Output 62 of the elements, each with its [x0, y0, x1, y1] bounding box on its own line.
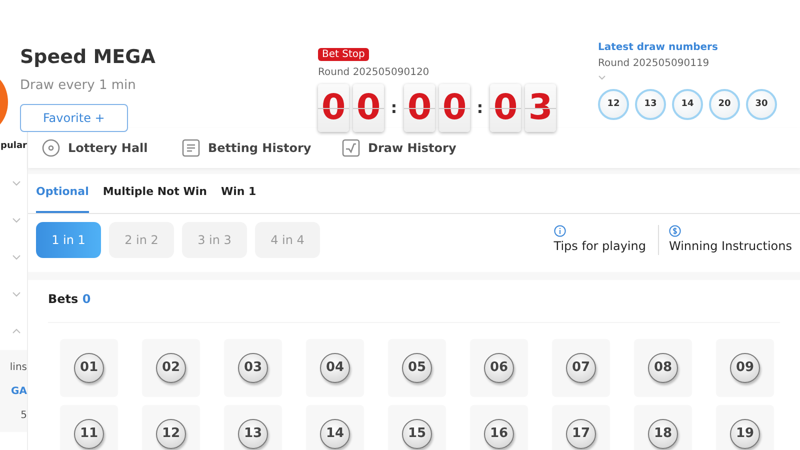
colon-separator: :: [476, 97, 484, 119]
number-ball[interactable]: 12: [156, 419, 186, 449]
chevron-down-icon[interactable]: [12, 217, 21, 224]
info-link[interactable]: Tips for playing: [554, 225, 646, 255]
countdown-digit: 0: [318, 84, 349, 132]
number-ball[interactable]: 07: [566, 353, 596, 383]
document-icon: [182, 139, 200, 157]
number-ball[interactable]: 14: [320, 419, 350, 449]
countdown-digit: 0: [439, 84, 470, 132]
play-type-tab[interactable]: Multiple Not Win: [102, 174, 207, 213]
latest-draw-title: Latest draw numbers: [598, 41, 719, 55]
number-ball[interactable]: 15: [402, 419, 432, 449]
nav-tab[interactable]: Draw History: [342, 139, 492, 157]
number-ball[interactable]: 18: [648, 419, 678, 449]
number-ball[interactable]: 08: [648, 353, 678, 383]
bets-count: Bets 0: [48, 291, 92, 308]
number-ball[interactable]: 17: [566, 419, 596, 449]
draw-interval: Draw every 1 min: [20, 77, 137, 95]
info-link[interactable]: Winning Instructions: [669, 225, 792, 255]
chevron-down-icon[interactable]: [598, 75, 606, 81]
countdown-digit: 0: [353, 84, 384, 132]
countdown-digit: 3: [525, 84, 556, 132]
sidebar-item[interactable]: GA: [0, 384, 27, 408]
draw-number-ball: 12: [598, 89, 629, 120]
number-ball[interactable]: 05: [402, 353, 432, 383]
draw-number-ball: 20: [709, 89, 740, 120]
number-ball[interactable]: 03: [238, 353, 268, 383]
nav-tab[interactable]: Lottery Hall: [42, 139, 182, 157]
draw-number-ball: 30: [746, 89, 777, 120]
sidebar-item[interactable]: lins: [0, 360, 27, 384]
colon-separator: :: [390, 97, 398, 119]
chevron-down-icon[interactable]: [12, 180, 21, 187]
chart-icon: [342, 139, 360, 157]
chevron-down-icon[interactable]: [12, 254, 21, 261]
favorite-button[interactable]: Favorite +: [20, 104, 128, 132]
draw-number-ball: 13: [635, 89, 666, 120]
number-ball[interactable]: 01: [74, 353, 104, 383]
info-icon: [554, 225, 566, 237]
number-ball[interactable]: 09: [730, 353, 760, 383]
chevron-down-icon[interactable]: [12, 291, 21, 298]
draw-number-ball: 14: [672, 89, 703, 120]
countdown-digit: 0: [490, 84, 521, 132]
dollar-icon: [669, 225, 681, 237]
sidebar-heading: pular: [0, 140, 27, 153]
round-number: Round 202505090119: [598, 57, 710, 71]
nav-tab[interactable]: Betting History: [182, 139, 342, 157]
game-title: Speed MEGA: [20, 45, 156, 70]
number-ball[interactable]: 02: [156, 353, 186, 383]
chevron-up-icon[interactable]: [12, 328, 21, 335]
countdown-digit: 0: [404, 84, 435, 132]
number-ball[interactable]: 16: [484, 419, 514, 449]
number-ball[interactable]: 11: [74, 419, 104, 449]
number-ball[interactable]: 06: [484, 353, 514, 383]
number-ball[interactable]: 13: [238, 419, 268, 449]
round-number: Round 202505090120: [318, 66, 430, 80]
status-badge: Bet Stop: [318, 48, 369, 61]
number-ball[interactable]: 04: [320, 353, 350, 383]
play-type-tab[interactable]: Optional: [36, 174, 89, 213]
number-ball[interactable]: 19: [730, 419, 760, 449]
target-icon: [42, 139, 60, 157]
sidebar-item[interactable]: 5: [0, 408, 27, 432]
play-type-tab[interactable]: Win 1: [220, 174, 256, 213]
